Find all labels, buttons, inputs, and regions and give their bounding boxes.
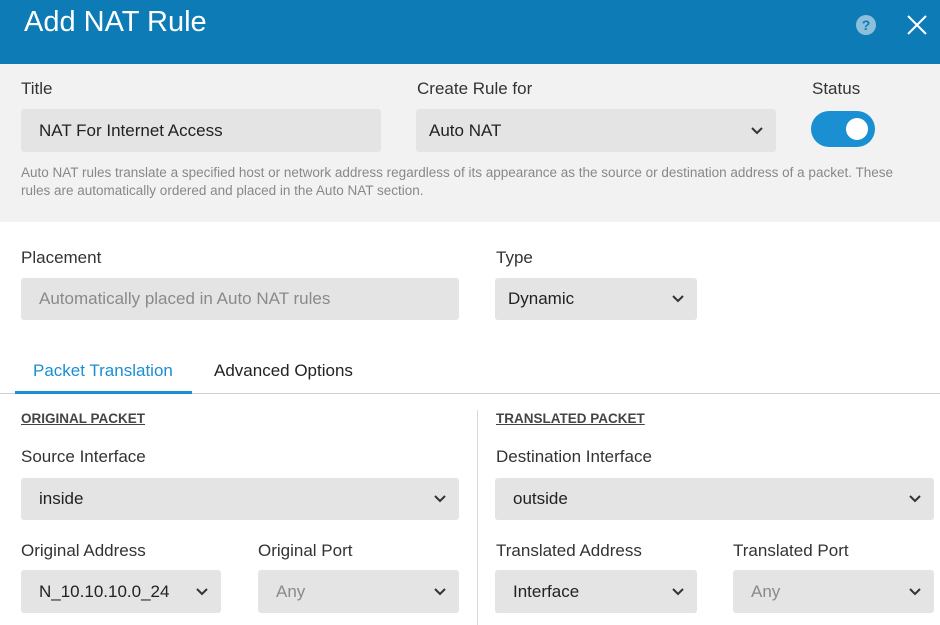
translated-packet-heading: TRANSLATED PACKET bbox=[496, 411, 645, 426]
translated-port-label: Translated Port bbox=[733, 541, 849, 560]
translated-address-select[interactable]: Interface bbox=[495, 570, 697, 613]
translated-port-select[interactable]: Any bbox=[733, 570, 934, 613]
type-select[interactable]: Dynamic bbox=[495, 278, 697, 320]
close-icon[interactable] bbox=[904, 12, 930, 38]
chevron-down-icon bbox=[196, 587, 208, 595]
original-port-value: Any bbox=[276, 581, 306, 601]
dialog-title: Add NAT Rule bbox=[24, 6, 207, 38]
chevron-down-icon bbox=[434, 495, 446, 503]
translated-address-label: Translated Address bbox=[496, 541, 642, 560]
create-rule-for-label: Create Rule for bbox=[417, 79, 533, 98]
chevron-down-icon bbox=[672, 295, 684, 303]
translated-port-value: Any bbox=[751, 581, 781, 601]
status-toggle[interactable] bbox=[811, 111, 875, 147]
packet-column-divider bbox=[477, 410, 478, 625]
active-tab-indicator bbox=[15, 391, 192, 394]
source-interface-select[interactable]: inside bbox=[21, 478, 459, 520]
source-interface-value: inside bbox=[39, 489, 84, 508]
type-label: Type bbox=[496, 248, 533, 267]
original-address-select[interactable]: N_10.10.10.0_24 bbox=[21, 570, 221, 613]
original-address-label: Original Address bbox=[21, 541, 146, 560]
destination-interface-value: outside bbox=[513, 489, 568, 508]
chevron-down-icon bbox=[909, 495, 921, 503]
toggle-knob bbox=[846, 118, 868, 140]
tab-packet-translation[interactable]: Packet Translation bbox=[33, 361, 173, 381]
title-label: Title bbox=[21, 79, 53, 98]
original-port-select[interactable]: Any bbox=[258, 570, 459, 613]
chevron-down-icon bbox=[909, 587, 921, 595]
help-icon[interactable]: ? bbox=[856, 15, 876, 35]
title-value: NAT For Internet Access bbox=[39, 120, 223, 140]
destination-interface-select[interactable]: outside bbox=[495, 478, 934, 520]
translated-address-value: Interface bbox=[513, 581, 580, 601]
type-value: Dynamic bbox=[508, 289, 575, 308]
auto-nat-help-text: Auto NAT rules translate a specified hos… bbox=[21, 165, 893, 198]
create-rule-for-value: Auto NAT bbox=[429, 120, 502, 140]
create-rule-for-select[interactable]: Auto NAT bbox=[416, 109, 776, 152]
placement-field: Automatically placed in Auto NAT rules bbox=[21, 278, 459, 320]
placement-label: Placement bbox=[21, 248, 102, 267]
title-input[interactable]: NAT For Internet Access bbox=[21, 109, 381, 152]
placement-value: Automatically placed in Auto NAT rules bbox=[39, 289, 331, 308]
chevron-down-icon bbox=[434, 587, 446, 595]
chevron-down-icon bbox=[672, 587, 684, 595]
chevron-down-icon bbox=[751, 126, 763, 134]
original-packet-heading: ORIGINAL PACKET bbox=[21, 411, 146, 426]
original-port-label: Original Port bbox=[258, 541, 353, 560]
dialog-header: Add NAT Rule ? bbox=[0, 0, 940, 64]
tab-advanced-options[interactable]: Advanced Options bbox=[214, 361, 353, 381]
destination-interface-label: Destination Interface bbox=[496, 447, 652, 466]
original-address-value: N_10.10.10.0_24 bbox=[39, 581, 170, 601]
source-interface-label: Source Interface bbox=[21, 447, 146, 466]
status-label: Status bbox=[812, 79, 861, 98]
